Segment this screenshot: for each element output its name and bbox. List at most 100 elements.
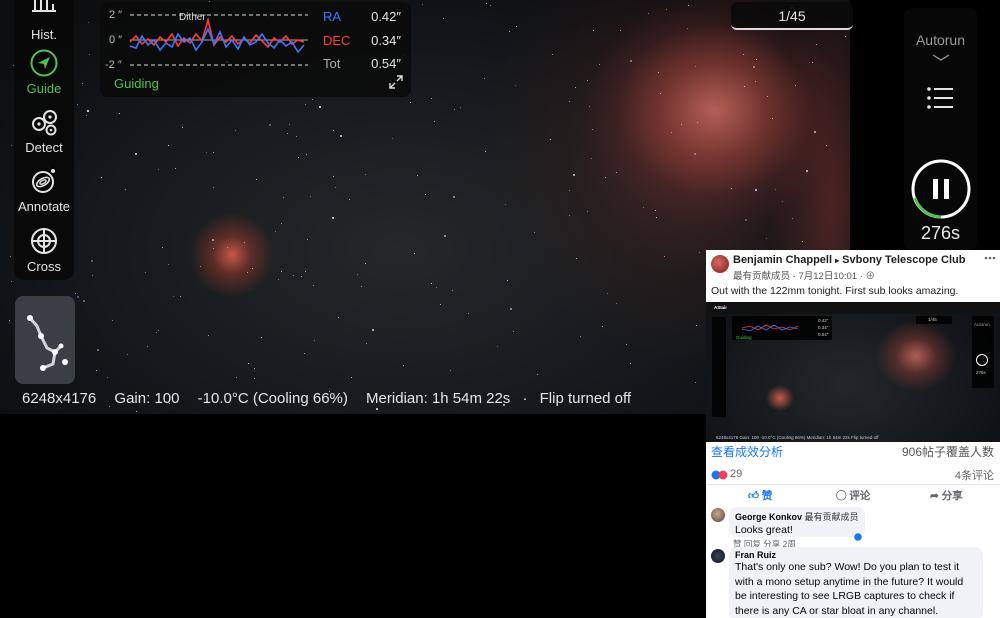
chevron-down-icon[interactable]: [931, 54, 951, 62]
star: [289, 124, 290, 125]
star: [745, 219, 747, 221]
commenter-name[interactable]: Fran Ruiz: [735, 550, 977, 560]
star: [313, 285, 314, 286]
comment-count[interactable]: 4条评论: [955, 467, 994, 483]
expand-icon[interactable]: [389, 75, 403, 89]
star: [681, 124, 682, 125]
detect-button[interactable]: Detect: [14, 107, 74, 155]
commenter-avatar[interactable]: [711, 549, 725, 563]
shot-autorun: Autorun: [974, 322, 990, 327]
star: [485, 151, 486, 152]
view-insights-link[interactable]: 查看成效分析: [711, 443, 783, 460]
star: [666, 9, 667, 10]
star: [91, 260, 93, 262]
star: [213, 187, 214, 188]
star: [101, 177, 102, 178]
star: [671, 132, 672, 133]
shot-asiair-logo: ASIair: [714, 305, 728, 310]
group-name[interactable]: Svbony Telescope Club: [842, 254, 965, 266]
star: [305, 104, 306, 105]
dec-value: 0.34″: [371, 33, 401, 48]
like-button[interactable]: 👍︎ 赞: [748, 488, 772, 503]
star: [534, 232, 535, 233]
cross-button[interactable]: Cross: [14, 226, 74, 274]
frame-counter: 1/45: [731, 2, 853, 30]
hist-button[interactable]: Hist.: [14, 0, 74, 42]
star: [515, 85, 516, 86]
star: [443, 18, 444, 19]
guiding-title: Guiding: [114, 76, 159, 91]
star: [275, 231, 276, 232]
arrow-icon: ▸: [835, 256, 840, 265]
comment-bubble: George Konkov 最有贡献成员 Looks great!: [729, 507, 865, 537]
star: [307, 239, 308, 240]
tot-label: Tot: [323, 56, 341, 71]
star: [425, 194, 426, 195]
star: [417, 175, 418, 176]
guiding-panel[interactable]: 2 ″ 0 ″ -2 ″ Dither RA 0.42″ DEC 0.34″ T…: [100, 2, 411, 97]
crosshair-icon: [31, 228, 57, 254]
pause-button[interactable]: [910, 158, 972, 220]
star: [83, 300, 85, 302]
star: [587, 80, 588, 81]
star: [753, 66, 755, 68]
commenter-avatar[interactable]: [711, 508, 725, 522]
star: [826, 145, 827, 146]
star: [655, 210, 656, 211]
star: [450, 370, 451, 371]
star: [630, 363, 631, 364]
shot-tot-value: 0.54″: [818, 332, 829, 337]
list-menu-icon[interactable]: [926, 86, 954, 110]
star: [244, 242, 245, 243]
commenter-name[interactable]: George Konkov: [735, 512, 802, 522]
star: [599, 64, 600, 65]
star: [444, 235, 446, 237]
star: [845, 36, 846, 37]
star: [510, 308, 512, 310]
star: [147, 346, 148, 347]
star: [795, 85, 796, 86]
star: [587, 211, 588, 212]
star: [658, 72, 659, 73]
star: [75, 293, 76, 294]
star: [86, 115, 87, 116]
star: [630, 60, 632, 62]
star: [283, 197, 284, 198]
author-avatar[interactable]: [711, 255, 729, 273]
star: [156, 332, 157, 333]
post-date[interactable]: 7月12日10:01: [798, 271, 857, 282]
star: [298, 157, 299, 158]
reaction-count[interactable]: 29: [730, 468, 742, 480]
star: [119, 113, 120, 114]
guide-button[interactable]: Guide: [14, 48, 74, 96]
author-name[interactable]: Benjamin Chappell: [733, 254, 832, 266]
detect-stars-icon: [32, 110, 57, 136]
star: [592, 129, 593, 130]
star: [695, 382, 696, 383]
star: [490, 5, 491, 6]
star: [319, 106, 321, 108]
ra-label: RA: [323, 9, 342, 24]
star: [305, 271, 306, 272]
autorun-button[interactable]: Autorun: [904, 32, 977, 48]
star: [125, 189, 126, 190]
share-button[interactable]: ➦ 分享: [930, 488, 963, 503]
reaction-icons[interactable]: [711, 470, 729, 480]
star: [403, 365, 404, 366]
constellation-preview-button[interactable]: [15, 296, 75, 384]
star: [414, 253, 415, 254]
star: [602, 326, 603, 327]
comment-button[interactable]: ◯ 评论: [836, 488, 870, 503]
star: [436, 287, 437, 288]
comment-bubble-icon: ◯: [836, 490, 847, 502]
post-image[interactable]: ASIair 0.42″ 0.34″ 0.54″ Guiding 1/45 Au…: [706, 302, 1000, 442]
star: [486, 3, 487, 4]
more-options-icon[interactable]: [984, 256, 996, 260]
annotate-button[interactable]: Annotate: [14, 166, 74, 214]
star: [306, 154, 307, 155]
star: [213, 248, 214, 249]
shot-dec-value: 0.34″: [818, 325, 829, 330]
star: [744, 86, 745, 87]
star: [158, 330, 159, 331]
star: [569, 101, 570, 102]
